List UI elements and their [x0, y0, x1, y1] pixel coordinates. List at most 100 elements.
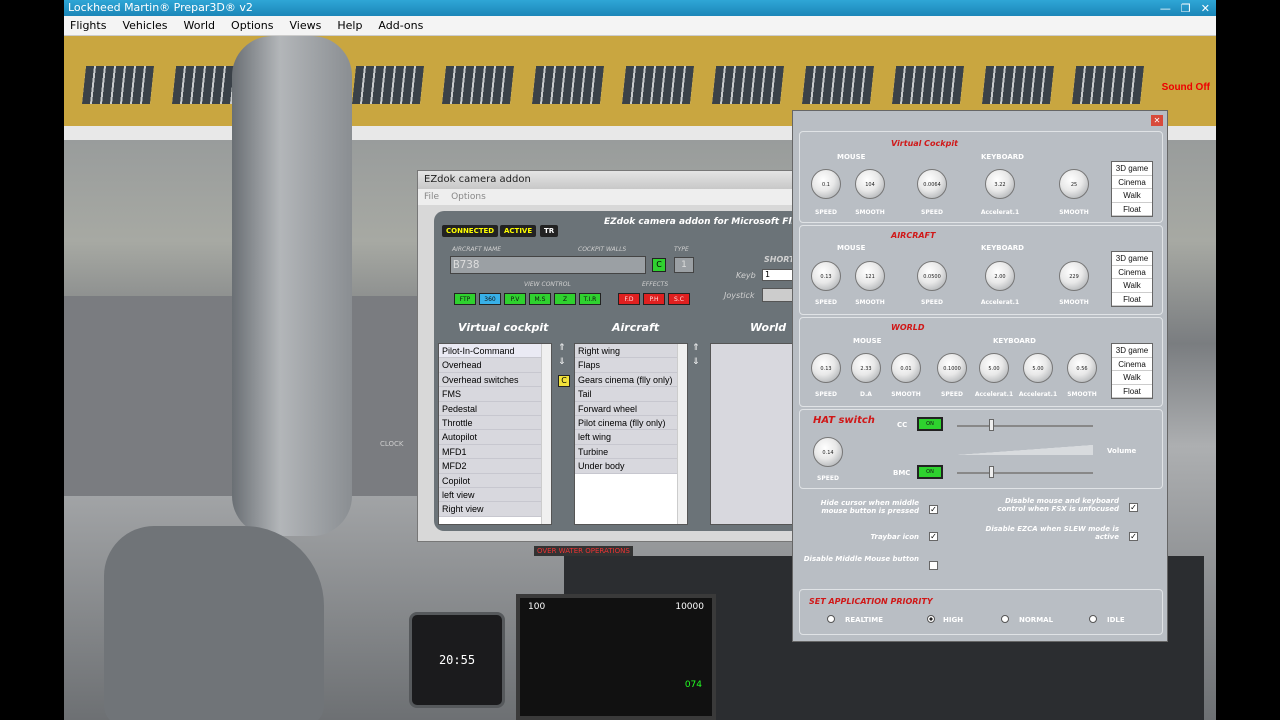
list-item[interactable]: Pedestal: [439, 401, 551, 416]
disable-ezca-checkbox[interactable]: ✓: [1129, 532, 1138, 541]
mode-3d-game[interactable]: 3D game: [1112, 252, 1152, 266]
type-field[interactable]: 1: [674, 257, 694, 273]
ftp-button[interactable]: FTP: [454, 293, 476, 305]
menu-views[interactable]: Views: [284, 16, 332, 35]
list-item[interactable]: MFD2: [439, 459, 551, 474]
priority-idle-radio[interactable]: [1089, 615, 1097, 623]
w-key-speed-knob[interactable]: 0.1000: [937, 353, 967, 383]
fd-button[interactable]: F.D: [618, 293, 640, 305]
list-item[interactable]: Under body: [575, 459, 687, 474]
vc-key-smooth-knob[interactable]: 25: [1059, 169, 1089, 199]
mode-walk[interactable]: Walk: [1112, 371, 1152, 385]
aircraft-name-field[interactable]: B738: [450, 256, 646, 274]
cockpit-walls-toggle[interactable]: C: [652, 258, 666, 272]
mode-cinema[interactable]: Cinema: [1112, 266, 1152, 279]
mode-float[interactable]: Float: [1112, 203, 1152, 216]
ac-key-accel-knob[interactable]: 2.00: [985, 261, 1015, 291]
aircraft-list-scrollbar[interactable]: [677, 344, 687, 524]
priority-normal-radio[interactable]: [1001, 615, 1009, 623]
volume-ramp: [957, 445, 1093, 455]
list-item[interactable]: left wing: [575, 430, 687, 445]
ac-key-speed-knob[interactable]: 0.0500: [917, 261, 947, 291]
menu-flights[interactable]: Flights: [64, 16, 116, 35]
vc-key-accel-knob[interactable]: 3.22: [985, 169, 1015, 199]
ac-key-smooth-knob[interactable]: 229: [1059, 261, 1089, 291]
list-item[interactable]: Pilot-In-Command: [439, 344, 551, 359]
mode-float[interactable]: Float: [1112, 293, 1152, 306]
w-mouse-smooth-knob[interactable]: 0.01: [891, 353, 921, 383]
mode-walk[interactable]: Walk: [1112, 279, 1152, 293]
knob-label: SPEED: [815, 209, 837, 216]
vc-list-scrollbar[interactable]: [541, 344, 551, 524]
ac-mouse-smooth-knob[interactable]: 121: [855, 261, 885, 291]
cc-on-button[interactable]: ON: [917, 417, 943, 431]
list-item[interactable]: Turbine: [575, 444, 687, 460]
list-item[interactable]: Right wing: [575, 344, 687, 359]
settings-close-button[interactable]: ✕: [1151, 115, 1163, 126]
vc-down-arrow-icon[interactable]: ⇓: [558, 357, 566, 367]
list-item[interactable]: Flaps: [575, 358, 687, 373]
vc-up-arrow-icon[interactable]: ⇑: [558, 343, 566, 353]
list-item[interactable]: MFD1: [439, 444, 551, 460]
cc-slider[interactable]: [957, 425, 1093, 427]
list-item[interactable]: Autopilot: [439, 430, 551, 445]
menu-options[interactable]: Options: [225, 16, 283, 35]
list-item[interactable]: Tail: [575, 387, 687, 402]
list-item[interactable]: Right view: [439, 502, 551, 517]
menu-addons[interactable]: Add-ons: [372, 16, 433, 35]
vc-mouse-speed-knob[interactable]: 0.1: [811, 169, 841, 199]
list-item[interactable]: Copilot: [439, 473, 551, 488]
ms-button[interactable]: M.S: [529, 293, 551, 305]
ph-button[interactable]: P.H: [643, 293, 665, 305]
mode-cinema[interactable]: Cinema: [1112, 176, 1152, 189]
bmc-slider[interactable]: [957, 472, 1093, 474]
disable-mouse-checkbox[interactable]: ✓: [1129, 503, 1138, 512]
vc-c-button[interactable]: C: [558, 375, 570, 387]
menu-world[interactable]: World: [178, 16, 226, 35]
sc-button[interactable]: S.C: [668, 293, 690, 305]
mode-3d-game[interactable]: 3D game: [1112, 162, 1152, 176]
list-item[interactable]: left view: [439, 487, 551, 503]
ac-up-arrow-icon[interactable]: ⇑: [692, 343, 700, 353]
priority-realtime-radio[interactable]: [827, 615, 835, 623]
menu-help[interactable]: Help: [331, 16, 372, 35]
ac-down-arrow-icon[interactable]: ⇓: [692, 357, 700, 367]
w-key-accel1-knob[interactable]: 5.00: [979, 353, 1009, 383]
pv-button[interactable]: P.V: [504, 293, 526, 305]
z-button[interactable]: Z: [554, 293, 576, 305]
mode-float[interactable]: Float: [1112, 385, 1152, 398]
cc-slider-thumb[interactable]: [989, 419, 994, 431]
tir-button[interactable]: T.I.R: [579, 293, 601, 305]
360-button[interactable]: 360: [479, 293, 501, 305]
traybar-checkbox[interactable]: ✓: [929, 532, 938, 541]
vc-key-speed-knob[interactable]: 0.0064: [917, 169, 947, 199]
maximize-button[interactable]: ❐: [1181, 1, 1191, 17]
hide-cursor-checkbox[interactable]: ✓: [929, 505, 938, 514]
ezdok-menu-options[interactable]: Options: [451, 192, 486, 205]
hat-speed-knob[interactable]: 0.14: [813, 437, 843, 467]
list-item[interactable]: Gears cinema (flly only): [575, 372, 687, 388]
list-item[interactable]: Throttle: [439, 415, 551, 431]
w-key-accel2-knob[interactable]: 5.00: [1023, 353, 1053, 383]
disable-middle-checkbox[interactable]: [929, 561, 938, 570]
mode-3d-game[interactable]: 3D game: [1112, 344, 1152, 358]
menu-vehicles[interactable]: Vehicles: [116, 16, 177, 35]
list-item[interactable]: Pilot cinema (flly only): [575, 415, 687, 431]
list-item[interactable]: FMS: [439, 387, 551, 402]
mode-cinema[interactable]: Cinema: [1112, 358, 1152, 371]
mode-walk[interactable]: Walk: [1112, 189, 1152, 203]
w-mouse-da-knob[interactable]: 2.33: [851, 353, 881, 383]
vc-mouse-smooth-knob[interactable]: 104: [855, 169, 885, 199]
list-item[interactable]: Overhead: [439, 358, 551, 373]
close-button[interactable]: ✕: [1201, 1, 1210, 17]
w-key-smooth-knob[interactable]: 0.56: [1067, 353, 1097, 383]
bmc-on-button[interactable]: ON: [917, 465, 943, 479]
bmc-slider-thumb[interactable]: [989, 466, 994, 478]
w-mouse-speed-knob[interactable]: 0.13: [811, 353, 841, 383]
list-item[interactable]: Forward wheel: [575, 401, 687, 416]
list-item[interactable]: Overhead switches: [439, 372, 551, 388]
minimize-button[interactable]: —: [1160, 1, 1171, 17]
ac-mouse-speed-knob[interactable]: 0.13: [811, 261, 841, 291]
priority-high-radio[interactable]: [927, 615, 935, 623]
ezdok-menu-file[interactable]: File: [424, 192, 439, 205]
